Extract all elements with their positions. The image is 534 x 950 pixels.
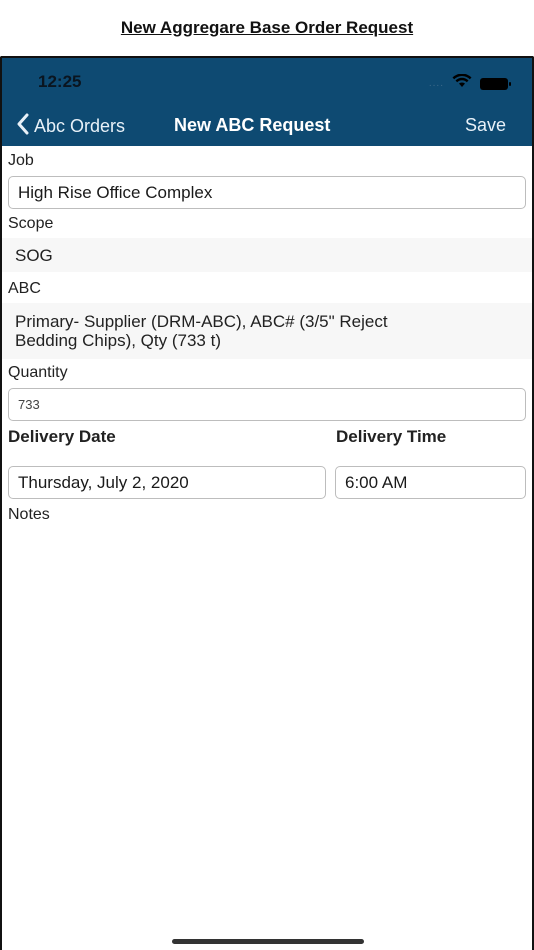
job-label: Job xyxy=(8,152,34,169)
save-button[interactable]: Save xyxy=(465,115,506,136)
phone-screen: 12:25 .... Abc Orders New ABC Request Sa… xyxy=(0,56,534,950)
back-button-label: Abc Orders xyxy=(34,116,126,136)
scope-row: SOG xyxy=(2,238,532,272)
delivery-time-label: Delivery Time xyxy=(336,427,447,446)
page: New Aggregare Base Order Request 12:25 .… xyxy=(0,0,534,950)
signal-icon: .... xyxy=(428,78,444,89)
quantity-field[interactable]: 733 xyxy=(8,388,526,421)
abc-value-line1: Primary- Supplier (DRM-ABC), ABC# (3/5" … xyxy=(15,312,388,331)
job-field[interactable]: High Rise Office Complex xyxy=(8,176,526,209)
quantity-label: Quantity xyxy=(8,364,68,381)
delivery-date-field[interactable]: Thursday, July 2, 2020 xyxy=(8,466,326,499)
scope-value: SOG xyxy=(15,246,53,265)
notes-label: Notes xyxy=(8,506,50,523)
scope-label: Scope xyxy=(8,215,54,232)
nav-title: New ABC Request xyxy=(174,115,331,135)
document-title: New Aggregare Base Order Request xyxy=(120,18,414,37)
back-button[interactable]: Abc Orders xyxy=(16,113,125,140)
battery-icon xyxy=(480,77,511,90)
abc-label: ABC xyxy=(8,280,41,297)
abc-value-line2: Bedding Chips), Qty (733 t) xyxy=(15,331,221,350)
status-icons: .... xyxy=(428,73,511,93)
chevron-left-icon xyxy=(16,113,30,140)
notes-area[interactable] xyxy=(2,530,532,930)
home-indicator[interactable] xyxy=(172,939,364,944)
status-bar: 12:25 .... xyxy=(2,58,532,106)
delivery-date-label: Delivery Date xyxy=(8,427,116,446)
abc-row: Primary- Supplier (DRM-ABC), ABC# (3/5" … xyxy=(2,303,532,359)
status-time: 12:25 xyxy=(38,72,82,91)
delivery-time-field[interactable]: 6:00 AM xyxy=(335,466,526,499)
wifi-icon xyxy=(452,73,472,93)
navigation-bar: Abc Orders New ABC Request Save xyxy=(2,106,532,146)
